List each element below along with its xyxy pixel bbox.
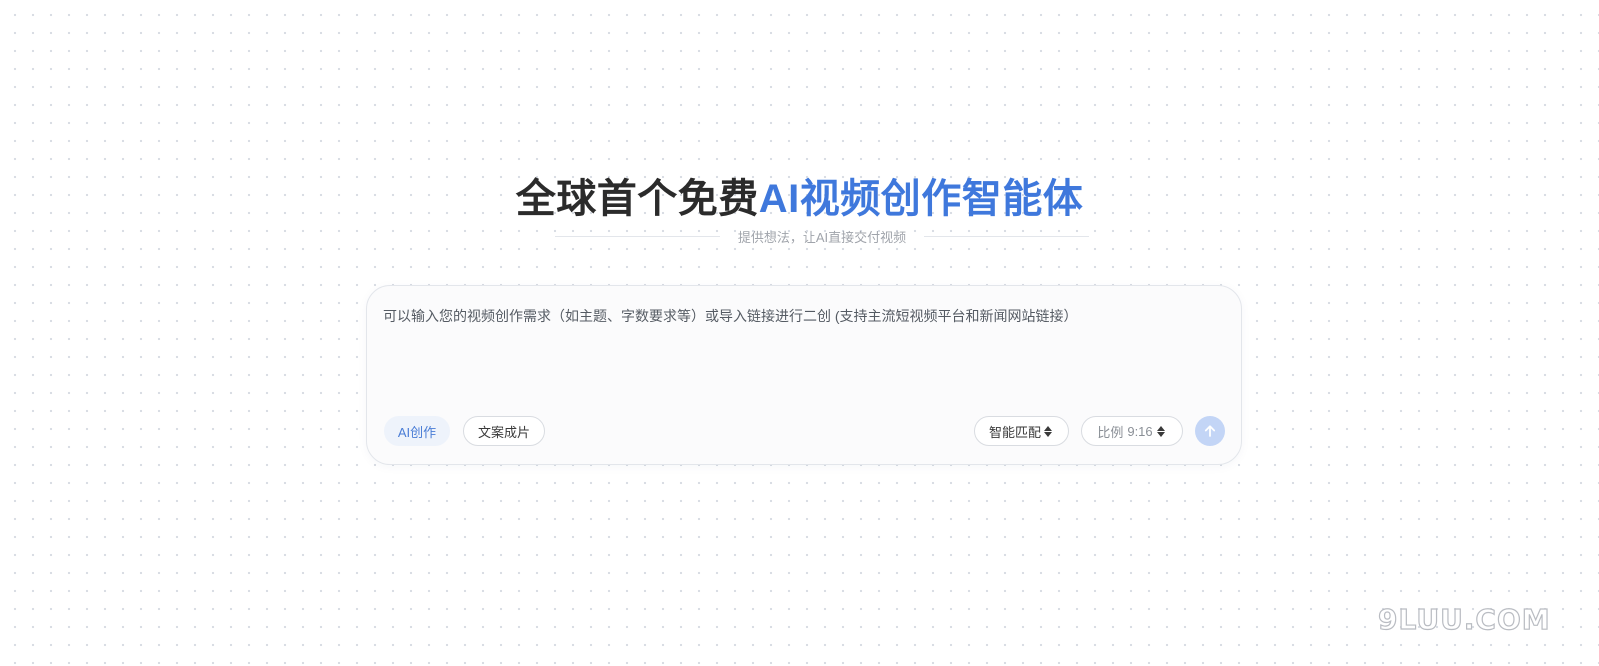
arrow-up-icon (1204, 425, 1216, 437)
smart-match-value: 智能匹配 (988, 424, 1041, 440)
title-accent: AI视频创作智能体 (758, 177, 1084, 221)
mode-copy-to-video-label: 文案成片 (477, 424, 530, 440)
watermark: 9LUU.COM (1377, 602, 1551, 636)
aspect-ratio-select[interactable]: 比例 9:16 (1081, 416, 1183, 446)
sort-icon (1156, 425, 1167, 437)
title-main: 全球首个免费 (515, 177, 759, 221)
mode-ai-creation-label: AI创作 (397, 424, 437, 440)
smart-match-select[interactable]: 智能匹配 (974, 416, 1069, 446)
subtitle-row: 提供想法，让AI直接交付视频 (555, 226, 1090, 246)
aspect-ratio-value: 9:16 (1127, 423, 1153, 439)
prompt-composer: AI创作 文案成片 智能匹配 比例 9:16 (366, 285, 1242, 465)
aspect-ratio-label: 比例 (1097, 424, 1124, 440)
subtitle-divider-right (924, 235, 1090, 237)
hero: 全球首个免费AI视频创作智能体 提供想法，让AI直接交付视频 (0, 174, 1599, 245)
mode-copy-to-video-button[interactable]: 文案成片 (463, 416, 545, 446)
send-button[interactable] (1195, 416, 1225, 446)
subtitle: 提供想法，让AI直接交付视频 (737, 229, 907, 245)
prompt-input[interactable] (383, 306, 1223, 396)
subtitle-divider-left (555, 235, 720, 237)
sort-icon (1044, 425, 1054, 437)
page-title: 全球首个免费AI视频创作智能体 (0, 174, 1599, 224)
mode-ai-creation-button[interactable]: AI创作 (384, 416, 450, 446)
